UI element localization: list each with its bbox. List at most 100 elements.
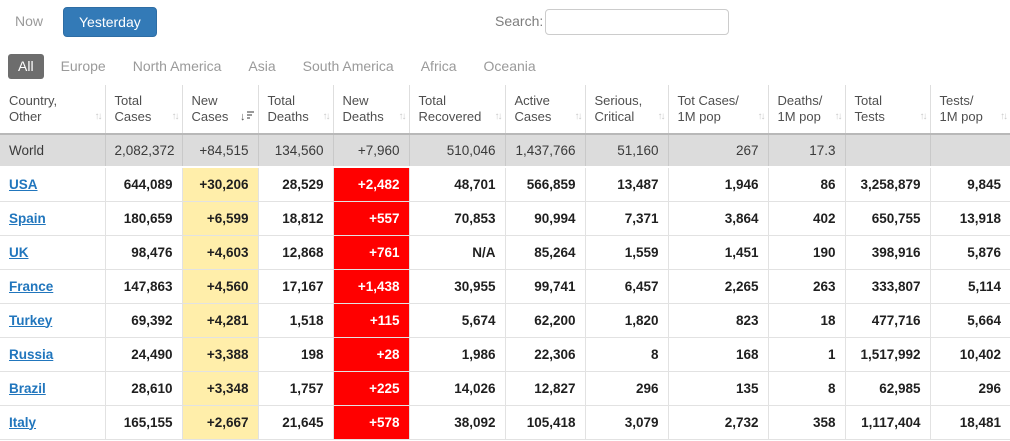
tab-south-america[interactable]: South America [293, 54, 404, 79]
country-link[interactable]: France [9, 279, 53, 294]
value-cell-cases-per-1m: 1,451 [668, 235, 768, 269]
table-row: Spain180,659+6,59918,812+55770,85390,994… [0, 201, 1010, 235]
country-link[interactable]: Turkey [9, 313, 52, 328]
value-cell-new-cases: +6,599 [182, 201, 258, 235]
value-cell-total-recovered: N/A [409, 235, 505, 269]
value-cell-tests-per-1m: 5,114 [930, 269, 1010, 303]
column-header-new-cases[interactable]: NewCases↓ [182, 85, 258, 134]
now-toggle[interactable]: Now [15, 13, 43, 29]
value-cell-serious-critical: 8 [585, 337, 668, 371]
value-cell-deaths-per-1m: 263 [768, 269, 845, 303]
value-cell-total-deaths: 17,167 [258, 269, 333, 303]
value-cell-new-deaths: +761 [333, 235, 409, 269]
value-cell-total-recovered: 14,026 [409, 371, 505, 405]
value-cell-serious-critical: 1,559 [585, 235, 668, 269]
sort-both-icon: ↑↓ [658, 109, 664, 125]
column-header-country[interactable]: Country,Other↑↓ [0, 85, 105, 134]
sort-both-icon: ↑↓ [495, 109, 501, 125]
value-cell-tests-per-1m: 296 [930, 371, 1010, 405]
value-cell-total-recovered: 5,674 [409, 303, 505, 337]
world-value-cell: 2,082,372 [105, 134, 182, 167]
value-cell-deaths-per-1m: 8 [768, 371, 845, 405]
country-cell: Russia [0, 337, 105, 371]
country-cell: Brazil [0, 371, 105, 405]
tab-africa[interactable]: Africa [411, 54, 467, 79]
country-link[interactable]: USA [9, 177, 38, 192]
column-label-line2: Tests [855, 109, 912, 125]
country-link[interactable]: Spain [9, 211, 46, 226]
table-row: France147,863+4,56017,167+1,43830,95599,… [0, 269, 1010, 303]
value-cell-cases-per-1m: 3,864 [668, 201, 768, 235]
tab-north-america[interactable]: North America [123, 54, 232, 79]
value-cell-total-tests: 1,117,404 [845, 405, 930, 439]
table-row: USA644,089+30,20628,529+2,48248,701566,8… [0, 167, 1010, 201]
value-cell-total-tests: 62,985 [845, 371, 930, 405]
value-cell-total-deaths: 1,757 [258, 371, 333, 405]
column-header-cases-per-1m[interactable]: Tot Cases/1M pop↑↓ [668, 85, 768, 134]
column-header-total-tests[interactable]: TotalTests↑↓ [845, 85, 930, 134]
value-cell-total-tests: 398,916 [845, 235, 930, 269]
country-link[interactable]: Italy [9, 415, 36, 430]
country-link[interactable]: Brazil [9, 381, 46, 396]
tab-europe[interactable]: Europe [51, 54, 116, 79]
column-label-line2: Critical [595, 109, 650, 125]
table-row: Italy165,155+2,66721,645+57838,092105,41… [0, 405, 1010, 439]
sort-both-icon: ↑↓ [758, 109, 764, 125]
column-header-new-deaths[interactable]: NewDeaths↑↓ [333, 85, 409, 134]
value-cell-active-cases: 85,264 [505, 235, 585, 269]
value-cell-cases-per-1m: 2,732 [668, 405, 768, 439]
world-value-cell: 267 [668, 134, 768, 167]
column-header-total-recovered[interactable]: TotalRecovered↑↓ [409, 85, 505, 134]
column-label-line2: 1M pop [940, 109, 993, 125]
tab-asia[interactable]: Asia [238, 54, 285, 79]
value-cell-cases-per-1m: 1,946 [668, 167, 768, 201]
value-cell-tests-per-1m: 9,845 [930, 167, 1010, 201]
column-label-line2: Cases [192, 109, 240, 125]
column-header-tests-per-1m[interactable]: Tests/1M pop↑↓ [930, 85, 1010, 134]
column-label-line1: Country, [9, 93, 87, 109]
world-value-cell: 1,437,766 [505, 134, 585, 167]
world-value-cell: +7,960 [333, 134, 409, 167]
value-cell-tests-per-1m: 18,481 [930, 405, 1010, 439]
value-cell-total-deaths: 12,868 [258, 235, 333, 269]
value-cell-total-cases: 180,659 [105, 201, 182, 235]
sort-both-icon: ↑↓ [835, 109, 841, 125]
value-cell-new-cases: +4,560 [182, 269, 258, 303]
column-header-serious-critical[interactable]: Serious,Critical↑↓ [585, 85, 668, 134]
value-cell-cases-per-1m: 168 [668, 337, 768, 371]
value-cell-new-cases: +2,667 [182, 405, 258, 439]
value-cell-new-cases: +4,281 [182, 303, 258, 337]
column-label-line1: Deaths/ [778, 93, 827, 109]
world-value-cell: 134,560 [258, 134, 333, 167]
column-label-line2: 1M pop [778, 109, 827, 125]
column-header-total-deaths[interactable]: TotalDeaths↑↓ [258, 85, 333, 134]
yesterday-button[interactable]: Yesterday [63, 7, 157, 37]
tab-all[interactable]: All [8, 54, 44, 79]
world-value-cell: +84,515 [182, 134, 258, 167]
world-value-cell: 510,046 [409, 134, 505, 167]
sort-both-icon: ↑↓ [172, 109, 178, 125]
world-value-cell: 17.3 [768, 134, 845, 167]
column-header-total-cases[interactable]: TotalCases↑↓ [105, 85, 182, 134]
value-cell-tests-per-1m: 5,664 [930, 303, 1010, 337]
value-cell-new-deaths: +1,438 [333, 269, 409, 303]
value-cell-cases-per-1m: 2,265 [668, 269, 768, 303]
country-link[interactable]: Russia [9, 347, 53, 362]
country-cell: Turkey [0, 303, 105, 337]
world-label-cell: World [0, 134, 105, 167]
country-link[interactable]: UK [9, 245, 29, 260]
value-cell-tests-per-1m: 10,402 [930, 337, 1010, 371]
column-label-line1: New [343, 93, 391, 109]
search-input[interactable] [545, 9, 729, 35]
value-cell-total-recovered: 48,701 [409, 167, 505, 201]
column-header-deaths-per-1m[interactable]: Deaths/1M pop ↑↓ [768, 85, 845, 134]
value-cell-cases-per-1m: 135 [668, 371, 768, 405]
column-label-line2: Recovered [419, 109, 487, 125]
value-cell-total-cases: 165,155 [105, 405, 182, 439]
tab-oceania[interactable]: Oceania [474, 54, 546, 79]
column-label-line1: New [192, 93, 240, 109]
value-cell-active-cases: 566,859 [505, 167, 585, 201]
column-header-active-cases[interactable]: ActiveCases↑↓ [505, 85, 585, 134]
value-cell-serious-critical: 6,457 [585, 269, 668, 303]
value-cell-cases-per-1m: 823 [668, 303, 768, 337]
